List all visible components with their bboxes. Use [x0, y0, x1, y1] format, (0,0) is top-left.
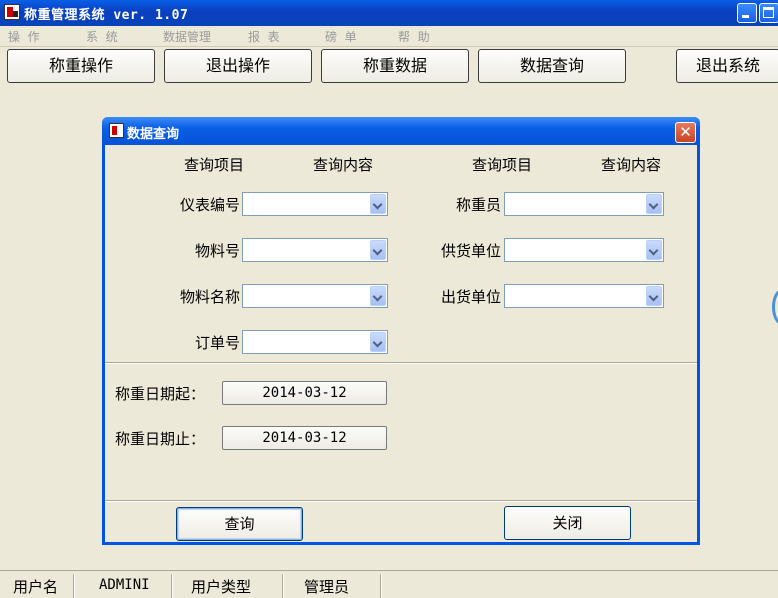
supplier-label: 供货单位 [440, 242, 501, 260]
status-type-label: 用户类型 [191, 578, 252, 596]
separator-bottom [105, 500, 697, 502]
weighing-operation-button[interactable]: 称重操作 [7, 49, 155, 83]
data-query-dialog: 数据查询 ✕ 查询项目 查询内容 查询项目 查询内容 仪表编号 称重员 物料号 … [102, 117, 700, 545]
toolbar: 称重操作 退出操作 称重数据 数据查询 退出系统 [0, 46, 778, 88]
status-user-value: ADMINI [99, 577, 150, 593]
meter-no-label: 仪表编号 [179, 196, 240, 214]
exit-operation-button[interactable]: 退出操作 [164, 49, 312, 83]
window-title: 称重管理系统 ver. 1.07 [24, 8, 189, 23]
header-query-item-right: 查询项目 [472, 156, 533, 174]
status-user-label: 用户名 [13, 578, 59, 596]
supplier-combo[interactable] [504, 238, 664, 262]
header-query-content-left: 查询内容 [313, 156, 374, 174]
material-no-combo[interactable] [242, 238, 388, 262]
exit-system-button[interactable]: 退出系统 [676, 49, 778, 83]
chevron-down-icon[interactable] [646, 286, 662, 306]
chevron-down-icon[interactable] [370, 286, 386, 306]
menu-item-weigh-ticket[interactable]: 磅 单 [325, 28, 357, 45]
status-bar: 用户名 ADMINI 用户类型 管理员 [0, 570, 778, 598]
dialog-body: 查询项目 查询内容 查询项目 查询内容 仪表编号 称重员 物料号 供货单位 物料… [105, 145, 697, 542]
chevron-down-icon[interactable] [370, 240, 386, 260]
menu-bar: 操 作 系 统 数据管理 报 表 磅 单 帮 助 [0, 26, 778, 47]
material-name-label: 物料名称 [179, 288, 240, 306]
dialog-app-icon [109, 123, 124, 138]
menu-item-operate[interactable]: 操 作 [8, 28, 40, 45]
date-to-label: 称重日期止： [115, 430, 206, 448]
status-divider [171, 574, 173, 598]
dialog-titlebar: 数据查询 ✕ [102, 117, 700, 145]
menu-item-data-management[interactable]: 数据管理 [163, 28, 211, 45]
close-button[interactable]: 关闭 [504, 506, 631, 540]
status-divider [380, 574, 382, 598]
status-divider [73, 574, 75, 598]
weighing-data-button[interactable]: 称重数据 [321, 49, 469, 83]
status-type-value: 管理员 [304, 578, 350, 596]
window-titlebar: 称重管理系统 ver. 1.07 [0, 0, 778, 26]
material-no-label: 物料号 [194, 242, 240, 260]
meter-no-combo[interactable] [242, 192, 388, 216]
header-query-item-left: 查询项目 [184, 156, 245, 174]
minimize-button[interactable] [737, 3, 757, 23]
chevron-down-icon[interactable] [646, 240, 662, 260]
query-button[interactable]: 查询 [176, 507, 303, 541]
chevron-down-icon[interactable] [370, 194, 386, 214]
weigher-label: 称重员 [455, 196, 501, 214]
order-no-label: 订单号 [194, 334, 240, 352]
date-from-picker[interactable]: 2014-03-12 [222, 381, 387, 405]
chevron-down-icon[interactable] [370, 332, 386, 352]
menu-item-help[interactable]: 帮 助 [398, 28, 430, 45]
date-from-label: 称重日期起： [115, 385, 206, 403]
dialog-title: 数据查询 [127, 127, 180, 142]
menu-item-system[interactable]: 系 统 [86, 28, 118, 45]
maximize-button[interactable] [759, 3, 778, 23]
shipper-label: 出货单位 [440, 288, 501, 306]
weigher-combo[interactable] [504, 192, 664, 216]
data-query-button[interactable]: 数据查询 [478, 49, 626, 83]
dialog-close-icon[interactable]: ✕ [675, 122, 696, 143]
material-name-combo[interactable] [242, 284, 388, 308]
separator-top [105, 362, 697, 364]
order-no-combo[interactable] [242, 330, 388, 354]
chevron-down-icon[interactable] [646, 194, 662, 214]
shipper-combo[interactable] [504, 284, 664, 308]
header-query-content-right: 查询内容 [601, 156, 662, 174]
date-to-picker[interactable]: 2014-03-12 [222, 426, 387, 450]
status-divider [282, 574, 284, 598]
menu-item-reports[interactable]: 报 表 [248, 28, 280, 45]
app-icon [4, 4, 20, 20]
